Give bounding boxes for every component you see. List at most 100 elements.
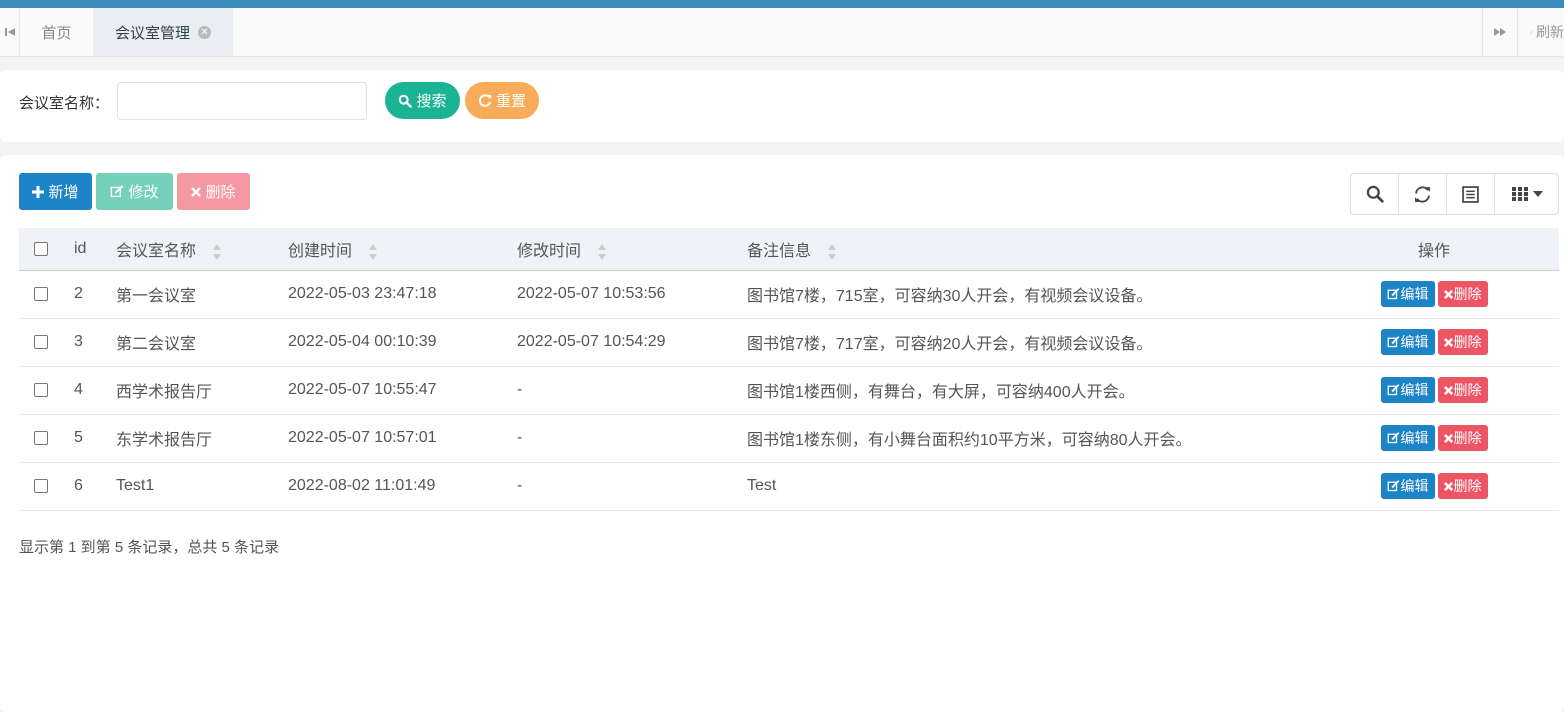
search-button[interactable]: 搜索 — [385, 82, 460, 119]
cell-modified: 2022-05-07 10:54:29 — [502, 318, 732, 367]
delete-button[interactable]: 删除 — [177, 173, 250, 210]
add-button[interactable]: 新增 — [19, 173, 92, 210]
row-delete-button[interactable]: 删除 — [1437, 329, 1488, 355]
row-delete-button[interactable]: 删除 — [1437, 425, 1488, 451]
sort-icon[interactable] — [212, 243, 222, 261]
refresh-icon — [478, 93, 492, 107]
tab-home-label: 首页 — [41, 24, 72, 42]
header-modified[interactable]: 修改时间 — [502, 228, 732, 271]
columns-icon — [1511, 187, 1528, 201]
cell-created: 2022-08-02 11:01:49 — [273, 462, 502, 511]
cell-modified: - — [502, 366, 732, 415]
row-checkbox[interactable] — [34, 382, 48, 397]
sort-icon[interactable] — [368, 243, 378, 261]
header-ops: 操作 — [1309, 228, 1559, 271]
header-id-label: id — [74, 239, 87, 257]
refresh-icon — [1415, 185, 1430, 203]
times-icon — [1443, 481, 1453, 491]
row-edit-button[interactable]: 编辑 — [1380, 473, 1435, 499]
columns-dropdown-button[interactable] — [1495, 174, 1558, 214]
cell-id: 6 — [59, 462, 101, 511]
table-row[interactable]: 2 第一会议室 2022-05-03 23:47:18 2022-05-07 1… — [19, 270, 1559, 319]
header-created[interactable]: 创建时间 — [273, 228, 502, 271]
row-edit-label: 编辑 — [1400, 334, 1429, 350]
header-ops-label: 操作 — [1417, 242, 1450, 260]
sort-icon[interactable] — [597, 243, 607, 261]
reset-button-label: 重置 — [495, 93, 526, 110]
cell-ops: 编辑 删除 — [1309, 414, 1559, 463]
row-checkbox[interactable] — [34, 334, 48, 349]
cell-ops: 编辑 删除 — [1309, 270, 1559, 319]
edit-button[interactable]: 修改 — [96, 173, 173, 210]
row-checkbox[interactable] — [34, 430, 48, 445]
refresh-table-button[interactable] — [1399, 174, 1447, 214]
sort-icon[interactable] — [827, 243, 837, 261]
row-delete-button[interactable]: 删除 — [1437, 281, 1488, 307]
cell-modified: 2022-05-07 10:53:56 — [502, 270, 732, 319]
table-row[interactable]: 3 第二会议室 2022-05-04 00:10:39 2022-05-07 1… — [19, 318, 1559, 367]
edit-icon — [1387, 288, 1399, 300]
cell-remark: 图书馆7楼，715室，可容纳30人开会，有视频会议设备。 — [732, 270, 1309, 319]
header-name[interactable]: 会议室名称 — [101, 228, 273, 271]
tab-scroll-left-button[interactable] — [0, 8, 20, 56]
cell-remark: Test — [732, 462, 1309, 511]
header-created-label: 创建时间 — [288, 242, 353, 260]
cell-ops: 编辑 删除 — [1309, 318, 1559, 367]
tab-home[interactable]: 首页 — [20, 8, 93, 56]
table-row[interactable]: 6 Test1 2022-08-02 11:01:49 - Test 编辑 删除 — [19, 462, 1559, 511]
list-icon — [1462, 185, 1479, 203]
edit-icon — [1387, 384, 1399, 396]
edit-icon — [1387, 480, 1399, 492]
row-checkbox-cell — [19, 318, 59, 367]
row-delete-label: 删除 — [1453, 430, 1482, 446]
row-delete-label: 删除 — [1453, 382, 1482, 398]
header-modified-label: 修改时间 — [517, 242, 582, 260]
cell-name: 西学术报告厅 — [101, 366, 273, 415]
table-row[interactable]: 5 东学术报告厅 2022-05-07 10:57:01 - 图书馆1楼东侧，有… — [19, 414, 1559, 463]
cell-ops: 编辑 删除 — [1309, 366, 1559, 415]
tab-scroll-right-button[interactable] — [1482, 8, 1518, 56]
cell-created: 2022-05-07 10:57:01 — [273, 414, 502, 463]
row-edit-button[interactable]: 编辑 — [1380, 425, 1435, 451]
row-edit-button[interactable]: 编辑 — [1380, 329, 1435, 355]
add-button-label: 新增 — [48, 184, 79, 201]
cell-created: 2022-05-03 23:47:18 — [273, 270, 502, 319]
row-delete-label: 删除 — [1453, 334, 1482, 350]
select-all-checkbox[interactable] — [34, 241, 48, 256]
tab-bar: 首页 会议室管理 ✕ 刷新 — [0, 8, 1564, 57]
toggle-search-button[interactable] — [1351, 174, 1399, 214]
times-icon — [191, 186, 202, 197]
times-icon — [1443, 289, 1453, 299]
header-remark[interactable]: 备注信息 — [732, 228, 1309, 271]
tab-meeting-room-management[interactable]: 会议室管理 ✕ — [93, 8, 233, 56]
toggle-view-button[interactable] — [1447, 174, 1495, 214]
cell-id: 4 — [59, 366, 101, 415]
cell-ops: 编辑 删除 — [1309, 462, 1559, 511]
times-icon — [1443, 433, 1453, 443]
row-checkbox[interactable] — [34, 478, 48, 493]
table-row[interactable]: 4 西学术报告厅 2022-05-07 10:55:47 - 图书馆1楼西侧，有… — [19, 366, 1559, 415]
row-delete-button[interactable]: 删除 — [1437, 377, 1488, 403]
cell-modified: - — [502, 462, 732, 511]
row-edit-button[interactable]: 编辑 — [1380, 377, 1435, 403]
row-edit-label: 编辑 — [1400, 430, 1429, 446]
plus-icon — [32, 185, 45, 198]
row-edit-button[interactable]: 编辑 — [1380, 281, 1435, 307]
room-name-search-input[interactable] — [117, 82, 367, 120]
row-checkbox-cell — [19, 462, 59, 511]
reset-button[interactable]: 重置 — [465, 82, 539, 119]
cell-remark: 图书馆1楼西侧，有舞台，有大屏，可容纳400人开会。 — [732, 366, 1309, 415]
edit-icon — [1387, 336, 1399, 348]
row-checkbox-cell — [19, 414, 59, 463]
search-icon — [399, 94, 413, 108]
header-id: id — [59, 228, 101, 271]
row-delete-button[interactable]: 删除 — [1437, 473, 1488, 499]
tab-refresh-button[interactable]: 刷新 — [1520, 8, 1564, 56]
row-checkbox-cell — [19, 366, 59, 415]
row-delete-label: 删除 — [1453, 286, 1482, 302]
cell-remark: 图书馆1楼东侧，有小舞台面积约10平方米，可容纳80人开会。 — [732, 414, 1309, 463]
row-checkbox[interactable] — [34, 286, 48, 301]
close-circle-icon[interactable]: ✕ — [198, 25, 211, 39]
header-name-label: 会议室名称 — [116, 242, 197, 260]
edit-button-label: 修改 — [128, 184, 159, 201]
